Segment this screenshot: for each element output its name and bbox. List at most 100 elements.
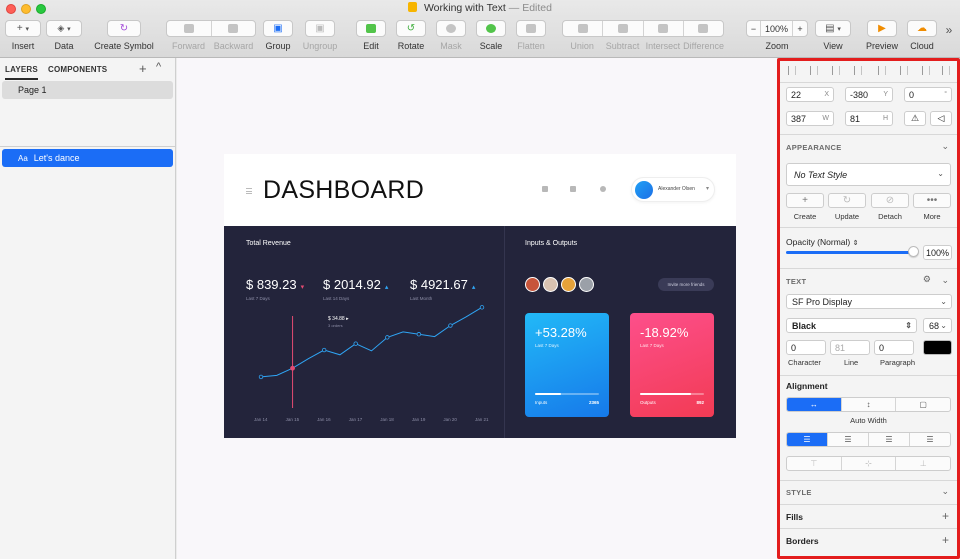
tab-components[interactable]: COMPONENTS (48, 65, 107, 74)
backward-icon[interactable] (212, 21, 256, 36)
chevron-down-icon[interactable]: ⌄ (941, 141, 949, 152)
opacity-field[interactable]: 100% (923, 245, 952, 260)
text-style-dropdown[interactable]: No Text Style ⌄ (786, 163, 951, 186)
align-left-icon[interactable] (788, 66, 796, 75)
ungroup-button[interactable]: ▣ (305, 20, 335, 37)
view-tool[interactable]: ▤ ▾ View (815, 20, 851, 58)
overflow-tool[interactable]: » (942, 20, 956, 58)
group-tool[interactable]: ▣ Group (262, 20, 294, 58)
view-button[interactable]: ▤ ▾ (815, 20, 851, 37)
more-style-button[interactable]: ••• (913, 193, 951, 208)
union-icon[interactable] (563, 21, 604, 36)
auto-width-icon[interactable]: ↔ (787, 398, 842, 411)
distribute-vertical-icon[interactable] (922, 66, 930, 75)
scale-button[interactable] (476, 20, 506, 37)
rotate-button[interactable]: ↺ (396, 20, 426, 37)
align-text-bottom-icon[interactable]: ⊥ (896, 457, 950, 470)
collapse-pages-icon[interactable]: ^ (156, 61, 161, 73)
x-position-field[interactable]: 22 X (786, 87, 834, 102)
rotate-tool[interactable]: ↺ Rotate (396, 20, 426, 58)
layer-item-text[interactable]: Aa Let's dance (2, 149, 173, 167)
paragraph-spacing-field[interactable]: 0 (874, 340, 914, 355)
scale-tool[interactable]: Scale (476, 20, 506, 58)
page-item[interactable]: Page 1 (2, 81, 173, 99)
cloud-tool[interactable]: ☁ Cloud (906, 20, 938, 58)
edit-tool[interactable]: Edit (356, 20, 386, 58)
align-text-top-icon[interactable]: ⊤ (787, 457, 842, 470)
edit-button[interactable] (356, 20, 386, 37)
align-bottom-icon[interactable] (942, 66, 950, 75)
difference-icon[interactable] (684, 21, 723, 36)
add-fill-icon[interactable]: + (942, 509, 949, 523)
insert-tool[interactable]: + ▾ Insert (4, 20, 42, 58)
zoom-out-button[interactable]: − (747, 21, 761, 36)
data-tool[interactable]: ◈ ▾ Data (45, 20, 83, 58)
flip-button[interactable]: ◁ (930, 111, 952, 126)
create-style-button[interactable]: + (786, 193, 824, 208)
chevron-down-icon[interactable]: ⌄ (941, 486, 949, 497)
create-symbol-tool[interactable]: ↻ Create Symbol (92, 20, 156, 58)
group-button[interactable]: ▣ (263, 20, 293, 37)
boolean-ops-segment[interactable] (562, 20, 724, 37)
font-size-select[interactable]: 68 ⌄ (923, 318, 952, 333)
zoom-tool[interactable]: − 100% + Zoom (746, 20, 808, 58)
canvas[interactable]: DASHBOARD Alexander Olsen ▾ Total Revenu… (177, 58, 777, 559)
opacity-label[interactable]: Opacity (Normal) ⇕ (786, 237, 858, 247)
align-right-icon[interactable] (854, 66, 862, 75)
dashboard-artboard[interactable]: DASHBOARD Alexander Olsen ▾ Total Revenu… (224, 154, 736, 438)
font-weight-select[interactable]: Black ⇕ (786, 318, 917, 333)
data-button[interactable]: ◈ ▾ (46, 20, 82, 37)
arrange-tool[interactable]: Forward Backward (166, 20, 256, 58)
chevron-down-icon[interactable]: ⌄ (941, 275, 949, 286)
zoom-control[interactable]: − 100% + (746, 20, 808, 37)
mask-button[interactable] (436, 20, 466, 37)
preview-tool[interactable]: ▶ Preview (864, 20, 900, 58)
character-spacing-field[interactable]: 0 (786, 340, 826, 355)
fixed-size-icon[interactable]: ▢ (896, 398, 950, 411)
detach-style-button[interactable]: ⊘ (871, 193, 909, 208)
height-field[interactable]: 81 H (845, 111, 893, 126)
pages-divider[interactable] (0, 146, 176, 147)
gear-icon[interactable]: ⚙ (923, 274, 931, 285)
auto-height-icon[interactable]: ↕ (842, 398, 897, 411)
style-section-header[interactable]: STYLE (786, 488, 812, 497)
flatten-tool[interactable]: Flatten (514, 20, 548, 58)
forward-icon[interactable] (167, 21, 212, 36)
text-behavior-segment[interactable]: ↔ ↕ ▢ (786, 397, 951, 412)
text-section-header[interactable]: TEXT (786, 277, 806, 286)
align-center-icon[interactable] (832, 66, 840, 75)
align-middle-icon[interactable] (900, 66, 908, 75)
align-text-justify-icon[interactable]: ☰ (910, 433, 950, 446)
add-page-icon[interactable]: + (139, 61, 147, 76)
insert-button[interactable]: + ▾ (5, 20, 41, 37)
align-text-center-icon[interactable]: ☰ (828, 433, 869, 446)
horizontal-alignment-segment[interactable]: ☰ ☰ ☰ ☰ (786, 432, 951, 447)
zoom-in-button[interactable]: + (793, 21, 807, 36)
intersect-icon[interactable] (644, 21, 684, 36)
cloud-button[interactable]: ☁ (907, 20, 937, 37)
width-field[interactable]: 387 W (786, 111, 834, 126)
dashboard-title-text-layer[interactable]: DASHBOARD (263, 176, 424, 205)
ungroup-tool[interactable]: ▣ Ungroup (300, 20, 340, 58)
overflow-chevron-icon[interactable]: » (942, 23, 956, 37)
flatten-button[interactable] (516, 20, 546, 37)
subtract-icon[interactable] (603, 21, 644, 36)
mask-tool[interactable]: Mask (436, 20, 466, 58)
add-border-icon[interactable]: + (942, 533, 949, 547)
font-family-select[interactable]: SF Pro Display ⌄ (786, 294, 952, 309)
lock-proportions-button[interactable]: ⚠ (904, 111, 926, 126)
line-height-field[interactable]: 81 (830, 340, 870, 355)
align-text-middle-icon[interactable]: ⊹ (842, 457, 897, 470)
update-style-button[interactable]: ↻ (828, 193, 866, 208)
tab-layers[interactable]: LAYERS (5, 65, 38, 80)
align-text-left-icon[interactable]: ☰ (787, 433, 828, 446)
align-top-icon[interactable] (878, 66, 886, 75)
text-color-swatch[interactable] (923, 340, 952, 355)
opacity-slider-handle[interactable] (908, 246, 919, 257)
opacity-slider-track[interactable] (786, 251, 913, 254)
y-position-field[interactable]: -380 Y (845, 87, 893, 102)
boolean-ops-tool[interactable]: Union Subtract Intersect Difference (562, 20, 724, 58)
forward-backward-segment[interactable] (166, 20, 256, 37)
create-symbol-button[interactable]: ↻ (107, 20, 141, 37)
align-text-right-icon[interactable]: ☰ (869, 433, 910, 446)
